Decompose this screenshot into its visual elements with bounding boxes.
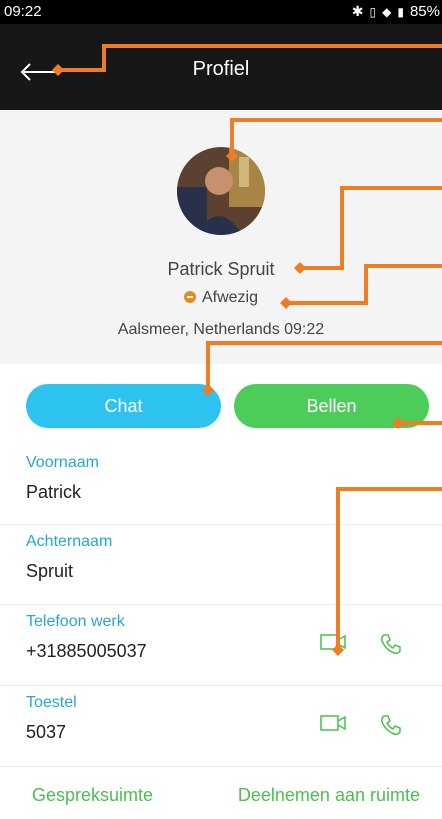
video-call-icon[interactable]: [320, 714, 346, 732]
call-button[interactable]: Bellen: [234, 384, 429, 428]
location-time: Aalsmeer, Netherlands 09:22: [117, 321, 325, 338]
chat-button[interactable]: Chat: [26, 384, 221, 428]
profile-name: Patrick Spruit: [167, 259, 275, 279]
signal-icon: ◆: [382, 4, 392, 19]
video-call-icon[interactable]: [320, 633, 346, 651]
app-header: Profiel: [0, 24, 442, 110]
field-value: 5037: [26, 722, 67, 742]
bluetooth-icon: ✱: [351, 3, 364, 19]
page-title: Profiel: [192, 58, 250, 80]
battery-level: 85%: [409, 3, 440, 20]
vibrate-icon: ▯: [369, 4, 377, 19]
battery-icon: ▮: [397, 4, 404, 19]
field-first-name: Voornaam Patrick: [0, 446, 442, 525]
field-label: Voornaam: [26, 454, 99, 471]
field-value: Patrick: [26, 482, 82, 502]
presence-status: Afwezig: [0, 289, 442, 307]
field-value: Spruit: [26, 561, 74, 581]
field-label: Toestel: [26, 694, 77, 711]
field-last-name: Achternaam Spruit: [0, 525, 442, 605]
presence-status-label: Afwezig: [201, 289, 259, 306]
action-bar: Chat Bellen: [0, 364, 442, 446]
field-value: +31885005037: [26, 641, 147, 661]
footer-actions: Gespreksuimte Deelnemen aan ruimte: [0, 772, 442, 819]
status-bar: 09:22 ✱ ▯ ◆ ▮ 85%: [0, 0, 442, 24]
field-label: Telefoon werk: [26, 613, 125, 630]
meeting-room-link[interactable]: Gespreksuimte: [32, 785, 153, 806]
phone-call-icon[interactable]: [380, 633, 402, 655]
status-time: 09:22: [4, 3, 42, 20]
away-status-icon: [183, 291, 196, 303]
field-extension: Toestel 5037: [0, 686, 442, 767]
field-label: Achternaam: [26, 533, 113, 550]
avatar: [177, 147, 265, 235]
phone-call-icon[interactable]: [380, 714, 402, 736]
join-room-link[interactable]: Deelnemen aan ruimte: [238, 785, 420, 806]
field-work-phone: Telefoon werk +31885005037: [0, 605, 442, 686]
